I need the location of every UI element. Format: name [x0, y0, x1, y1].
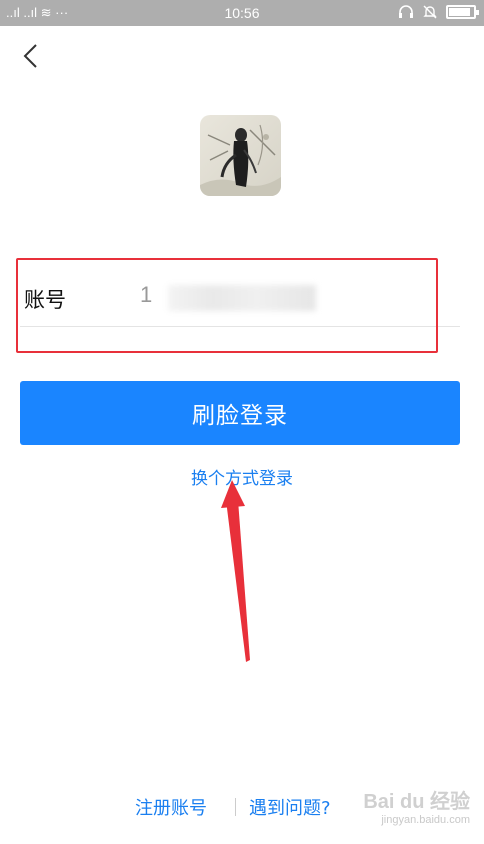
watermark: Bai du 经验 jingyan.baidu.com	[363, 785, 470, 826]
avatar-image	[200, 115, 281, 196]
avatar	[200, 115, 281, 196]
face-login-button[interactable]: 刷脸登录	[20, 381, 460, 445]
chevron-left-icon	[23, 44, 37, 68]
status-bar: ..ıl ..ıl ≋ ··· 10:56	[0, 0, 484, 26]
watermark-brand: Bai du 经验	[363, 791, 470, 813]
mute-bell-icon	[423, 5, 437, 19]
headset-icon	[399, 5, 413, 18]
switch-login-method-link[interactable]: 换个方式登录	[0, 464, 484, 489]
back-button[interactable]	[16, 40, 48, 72]
annotation-highlight-box	[16, 258, 438, 353]
footer-separator	[235, 798, 236, 816]
watermark-url: jingyan.baidu.com	[381, 814, 470, 826]
help-link[interactable]: 遇到问题?	[249, 794, 331, 820]
status-icons-right	[398, 4, 479, 20]
register-account-link[interactable]: 注册账号	[135, 794, 207, 820]
battery-icon	[446, 5, 479, 19]
